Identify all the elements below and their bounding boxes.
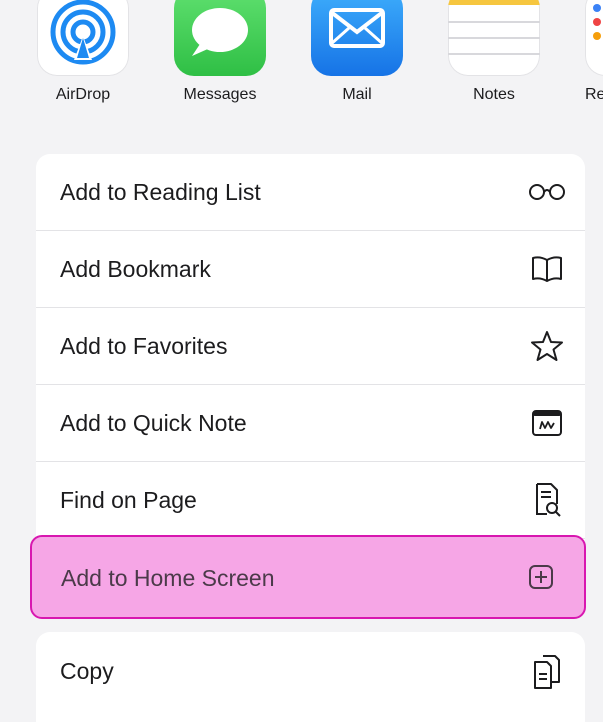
action-label: Add to Quick Note	[60, 409, 247, 436]
app-label-mail: Mail	[342, 86, 372, 103]
app-label-messages: Messages	[183, 86, 257, 103]
action-find-on-page[interactable]: Find on Page	[36, 462, 585, 539]
action-label: Add to Home Screen	[61, 565, 275, 591]
quick-note-icon	[527, 403, 567, 443]
action-copy[interactable]: Copy	[36, 632, 585, 722]
action-add-bookmark[interactable]: Add Bookmark	[36, 231, 585, 308]
action-add-to-favorites[interactable]: Add to Favorites	[36, 308, 585, 385]
app-label-airdrop: AirDrop	[55, 86, 111, 103]
action-add-to-home-screen[interactable]: Add to Home Screen	[30, 535, 586, 619]
action-label: Find on Page	[60, 486, 197, 513]
reminders-icon	[585, 0, 603, 76]
action-add-to-quick-note[interactable]: Add to Quick Note	[36, 385, 585, 462]
action-label: Add to Reading List	[60, 178, 261, 205]
app-label-reminders: Re	[585, 86, 603, 103]
action-label: Add to Favorites	[60, 332, 228, 359]
star-icon	[527, 326, 567, 366]
action-label: Add Bookmark	[60, 255, 211, 282]
add-square-icon	[521, 557, 561, 597]
glasses-icon	[527, 172, 567, 212]
action-add-to-reading-list[interactable]: Add to Reading List	[36, 154, 585, 231]
action-label: Copy	[60, 658, 114, 684]
copy-icon	[527, 652, 567, 692]
copy-card: Copy	[36, 632, 585, 722]
messages-icon	[174, 0, 266, 76]
mail-icon	[311, 0, 403, 76]
app-label-notes: Notes	[473, 86, 515, 103]
find-on-page-icon	[527, 480, 567, 520]
book-icon	[527, 249, 567, 289]
notes-icon	[448, 0, 540, 76]
share-apps-row: AirDrop Messages Mail Notes Re	[0, 0, 603, 118]
airdrop-icon	[37, 0, 129, 76]
